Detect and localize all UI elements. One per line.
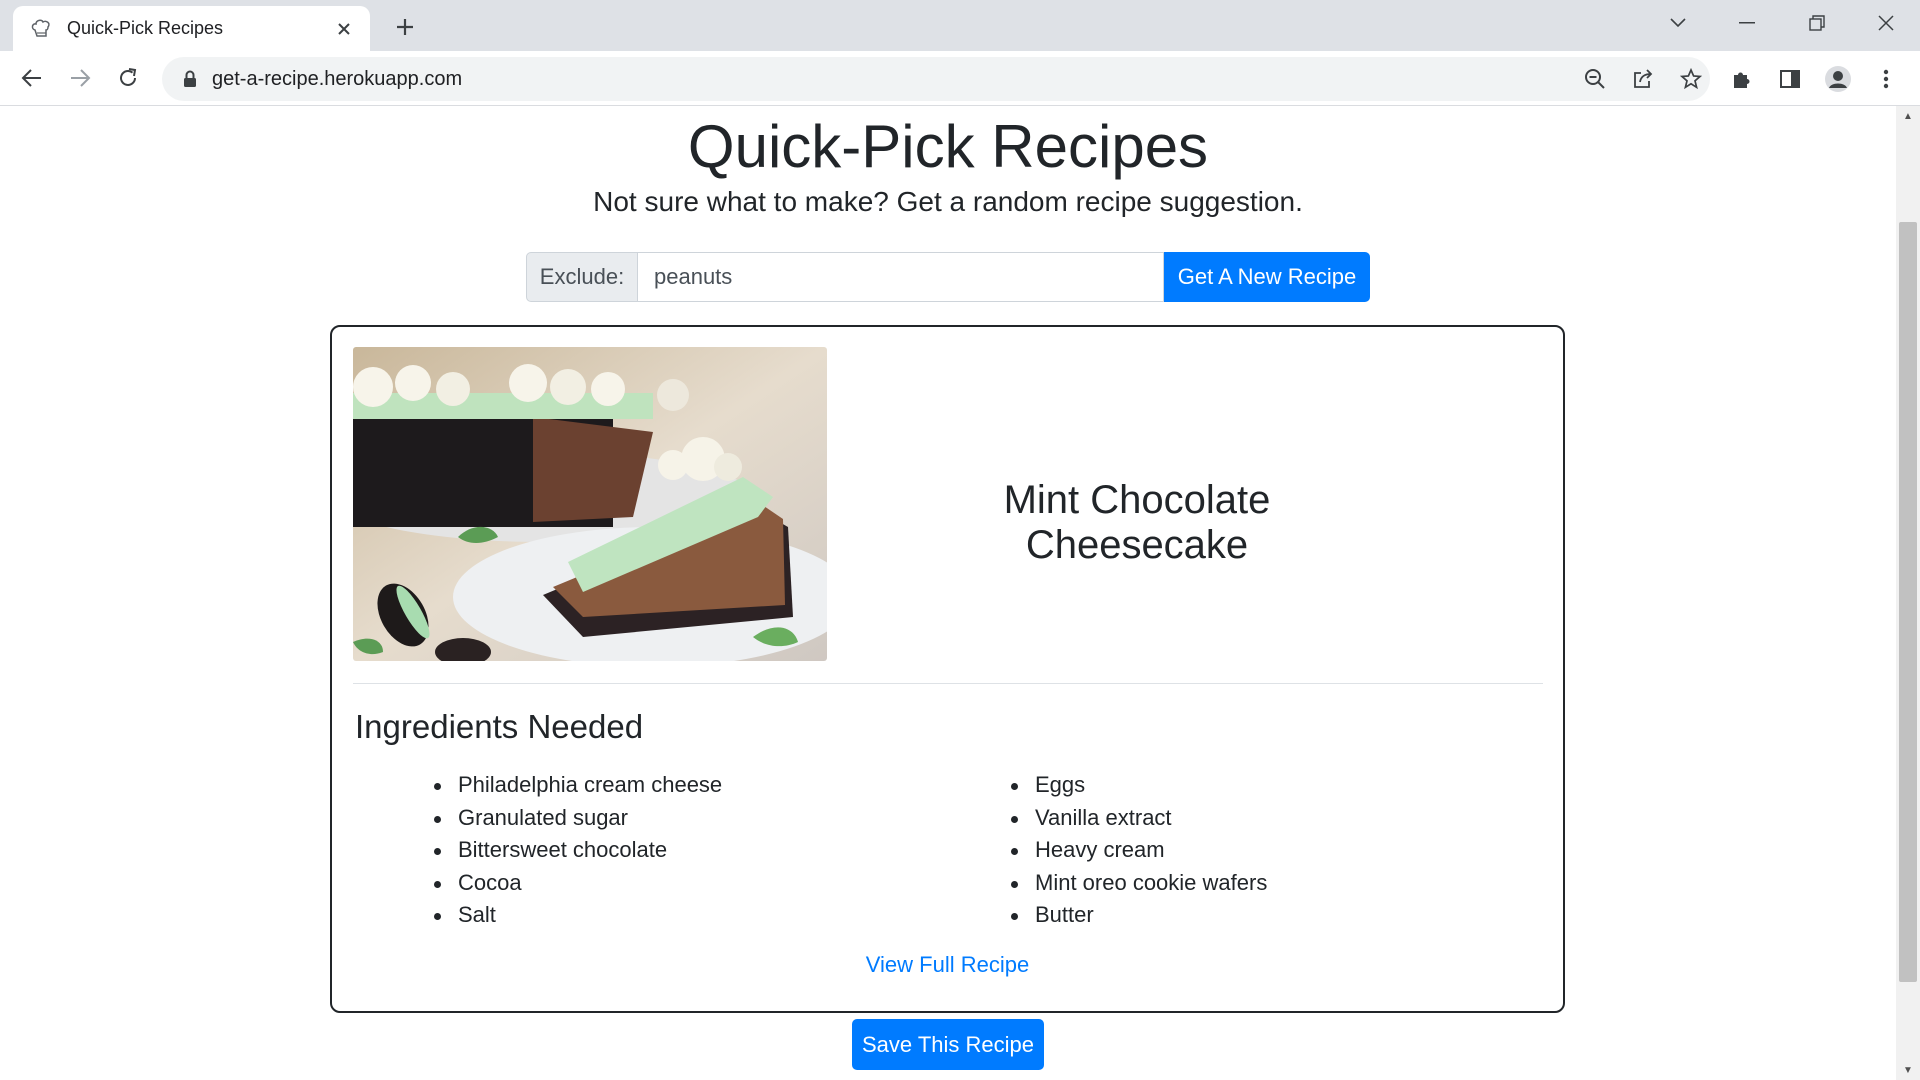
tab-title: Quick-Pick Recipes [67, 18, 224, 38]
divider [353, 683, 1543, 684]
plus-icon[interactable] [390, 12, 420, 42]
forward-icon[interactable] [62, 60, 98, 96]
scroll-thumb[interactable] [1899, 222, 1917, 982]
scroll-up-icon[interactable]: ▲ [1902, 110, 1914, 122]
list-item: Salt [434, 899, 722, 932]
back-icon[interactable] [14, 60, 50, 96]
list-item: Bittersweet chocolate [434, 834, 722, 867]
ingredients-list-left: Philadelphia cream cheese Granulated sug… [434, 769, 722, 932]
list-item: Eggs [1011, 769, 1267, 802]
ingredients-list-right: Eggs Vanilla extract Heavy cream Mint or… [1011, 769, 1267, 932]
vertical-scrollbar[interactable]: ▲ ▼ [1896, 106, 1920, 1080]
browser-toolbar: get-a-recipe.herokuapp.com [0, 51, 1920, 106]
share-icon[interactable] [1628, 64, 1658, 94]
list-item: Mint oreo cookie wafers [1011, 867, 1267, 900]
recipe-image [353, 347, 827, 661]
list-item: Cocoa [434, 867, 722, 900]
page-title: Quick-Pick Recipes [687, 113, 1209, 180]
browser-tab[interactable]: Quick-Pick Recipes [13, 6, 370, 51]
side-panel-icon[interactable] [1774, 63, 1806, 95]
ingredients-heading: Ingredients Needed [355, 708, 644, 745]
minimize-icon[interactable] [1727, 8, 1767, 38]
page-content: Quick-Pick Recipes Not sure what to make… [0, 106, 1896, 1080]
extensions-icon[interactable] [1726, 63, 1758, 95]
get-new-recipe-button[interactable]: Get A New Recipe [1164, 252, 1370, 302]
list-item: Granulated sugar [434, 802, 722, 835]
exclude-input-group: Exclude: Get A New Recipe [526, 252, 1370, 302]
tab-strip: Quick-Pick Recipes [0, 0, 1920, 51]
restore-icon[interactable] [1797, 8, 1837, 38]
chevron-down-icon[interactable] [1658, 8, 1698, 38]
list-item: Vanilla extract [1011, 802, 1267, 835]
save-recipe-button[interactable]: Save This Recipe [852, 1019, 1044, 1070]
view-full-recipe-link[interactable]: View Full Recipe [332, 952, 1563, 978]
close-icon[interactable] [332, 17, 356, 41]
scroll-down-icon[interactable]: ▼ [1902, 1064, 1914, 1076]
list-item: Butter [1011, 899, 1267, 932]
exclude-label: Exclude: [526, 252, 638, 302]
recipe-card: Mint Chocolate Cheesecake Ingredients Ne… [330, 325, 1565, 1013]
url-text: get-a-recipe.herokuapp.com [212, 67, 463, 90]
recipe-name: Mint Chocolate Cheesecake [1003, 478, 1271, 567]
reload-icon[interactable] [110, 60, 146, 96]
menu-icon[interactable] [1870, 63, 1902, 95]
zoom-out-icon[interactable] [1580, 64, 1610, 94]
star-icon[interactable] [1676, 64, 1706, 94]
chef-hat-icon [29, 17, 53, 41]
page-subtitle: Not sure what to make? Get a random reci… [593, 186, 1303, 217]
list-item: Heavy cream [1011, 834, 1267, 867]
page-viewport: Quick-Pick Recipes Not sure what to make… [0, 106, 1920, 1080]
close-window-icon[interactable] [1866, 8, 1906, 38]
lock-icon[interactable] [180, 69, 200, 89]
profile-icon[interactable] [1822, 63, 1854, 95]
list-item: Philadelphia cream cheese [434, 769, 722, 802]
address-bar[interactable]: get-a-recipe.herokuapp.com [162, 57, 1710, 101]
exclude-input[interactable] [638, 252, 1164, 302]
